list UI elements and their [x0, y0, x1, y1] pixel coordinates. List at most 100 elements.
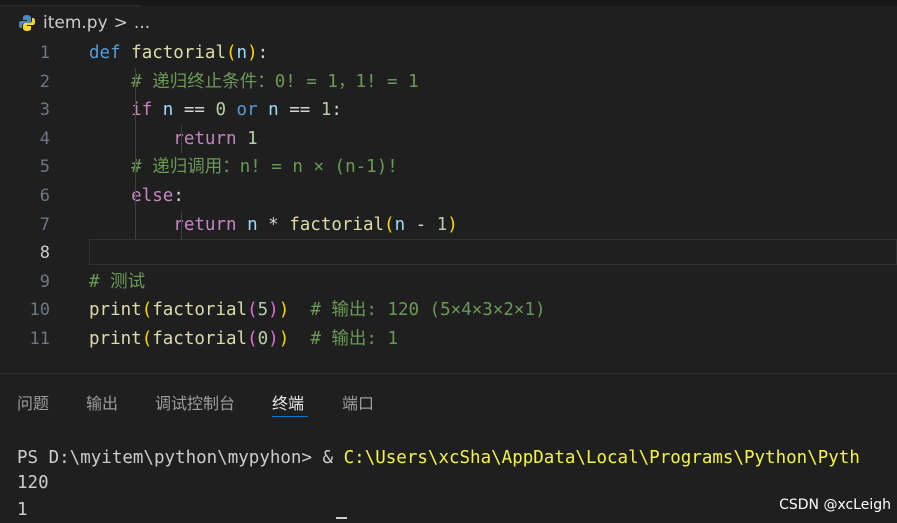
- current-line-highlight: [89, 239, 897, 266]
- code-text: if n == 0 or n == 1:: [89, 96, 342, 125]
- code-text: def factorial(n):: [89, 39, 268, 68]
- code-token: # 输出: 1: [310, 329, 399, 349]
- breadcrumb-file[interactable]: item.py: [43, 13, 108, 33]
- code-line[interactable]: 11 print(factorial(0)) # 输出: 1: [0, 325, 897, 354]
- code-token: n: [247, 214, 258, 235]
- line-number: 8: [39, 243, 50, 264]
- code-line[interactable]: 1 def factorial(n):: [0, 39, 897, 68]
- terminal-output-line: 120: [17, 473, 49, 493]
- active-tab-underline: [272, 416, 308, 417]
- breadcrumb-more[interactable]: ...: [134, 13, 150, 33]
- panel-tab[interactable]: 问题: [17, 390, 49, 414]
- python-file-icon: [17, 13, 37, 33]
- code-token: else: [131, 186, 174, 206]
- code-line[interactable]: 9 # 测试: [0, 268, 897, 297]
- line-number: 6: [39, 186, 50, 206]
- code-token: n: [394, 214, 406, 235]
- code-token: :: [331, 100, 342, 121]
- code-token: 1: [320, 100, 332, 121]
- line-number: 7: [39, 214, 50, 235]
- code-token: (: [247, 329, 258, 349]
- terminal-command-line: PS D:\myitem\python\mypyhon> & C:\Users\…: [17, 445, 860, 471]
- watermark: CSDN @xcLeigh: [779, 497, 891, 513]
- code-token: print: [89, 300, 142, 321]
- terminal-cursor: [336, 517, 347, 519]
- code-text: # 测试: [89, 268, 145, 297]
- code-token: # 输出: 120 (5×4×3×2×1): [310, 300, 546, 321]
- code-token: ==: [278, 100, 321, 121]
- tab-strip-line: [0, 5, 140, 6]
- indent-guide: [135, 67, 136, 240]
- code-text: print(factorial(0)) # 输出: 1: [89, 325, 398, 354]
- code-token: (: [225, 43, 237, 63]
- line-number: 5: [39, 157, 50, 178]
- line-number: 1: [39, 43, 50, 63]
- panel-tab[interactable]: 调试控制台: [155, 390, 235, 414]
- breadcrumb-separator: >: [113, 13, 128, 33]
- code-token: # 测试: [89, 271, 146, 292]
- code-token: factorial: [152, 300, 248, 321]
- code-line[interactable]: 10 print(factorial(5)) # 输出: 120 (5×4×3×2…: [0, 296, 897, 325]
- code-token: # 递归调用：n! = n × (n-1)!: [131, 157, 398, 178]
- code-token: 0: [257, 329, 269, 349]
- code-token: ): [278, 329, 290, 349]
- code-token: 0: [215, 100, 227, 121]
- line-number: 4: [39, 128, 50, 149]
- code-token: (: [247, 300, 258, 321]
- code-token: factorial: [152, 329, 248, 349]
- panel-divider: [0, 373, 897, 374]
- code-token: *: [257, 214, 290, 235]
- code-token: ): [278, 300, 290, 321]
- terminal-command-path: C:\Users\xcSha\AppData\Local\Programs\Py…: [343, 448, 860, 468]
- panel-tab[interactable]: 端口: [342, 390, 374, 414]
- terminal-prompt: PS D:\myitem\python\mypyhon>: [17, 448, 323, 468]
- terminal-operator: &: [322, 448, 344, 468]
- code-token: (: [384, 214, 395, 235]
- code-token: :: [257, 43, 269, 63]
- panel-tab[interactable]: 终端: [272, 390, 304, 414]
- indent-guide: [181, 124, 182, 154]
- code-token: ): [268, 300, 279, 321]
- code-token: factorial: [289, 214, 385, 235]
- code-token: # 递归终止条件：0! = 1，1! = 1: [131, 71, 419, 92]
- line-number: 11: [29, 329, 50, 349]
- line-number: 3: [39, 100, 50, 121]
- code-editor[interactable]: 1 def factorial(n): 2 # 递归终止条件：0! = 1，1! =…: [0, 39, 897, 365]
- breadcrumb: item.py > ...: [17, 11, 150, 35]
- code-text: return n * factorial(n - 1): [89, 211, 458, 240]
- code-text: else:: [89, 182, 184, 211]
- line-number: 2: [39, 71, 50, 92]
- code-text: return 1: [89, 125, 258, 154]
- code-token: 1: [436, 214, 448, 235]
- code-token: factorial: [131, 43, 226, 63]
- code-token: n: [162, 100, 174, 121]
- indent-guide: [181, 210, 182, 240]
- code-token: print: [89, 329, 142, 349]
- terminal-output-line: 1: [17, 500, 28, 520]
- code-token: ): [247, 43, 258, 63]
- code-token: (: [141, 300, 153, 321]
- code-token: (: [141, 329, 153, 349]
- code-text: print(factorial(5)) # 输出: 120 (5×4×3×2×1…: [89, 296, 546, 325]
- terminal[interactable]: PS D:\myitem\python\mypyhon> & C:\Users\…: [0, 444, 897, 522]
- code-token: ): [447, 214, 458, 235]
- code-token: ==: [173, 100, 216, 121]
- code-line[interactable]: 8: [0, 239, 897, 268]
- code-token: return: [173, 214, 248, 235]
- code-token: 5: [257, 300, 269, 321]
- code-token: -: [405, 214, 437, 235]
- line-number: 9: [39, 271, 50, 292]
- panel-tabs: 问题 输出 调试控制台 终端 端口: [0, 380, 897, 420]
- line-number: 10: [29, 300, 50, 321]
- panel-tab[interactable]: 输出: [86, 390, 118, 414]
- code-token: return: [173, 128, 248, 149]
- code-token: or: [226, 100, 269, 121]
- code-token: 1: [247, 128, 258, 149]
